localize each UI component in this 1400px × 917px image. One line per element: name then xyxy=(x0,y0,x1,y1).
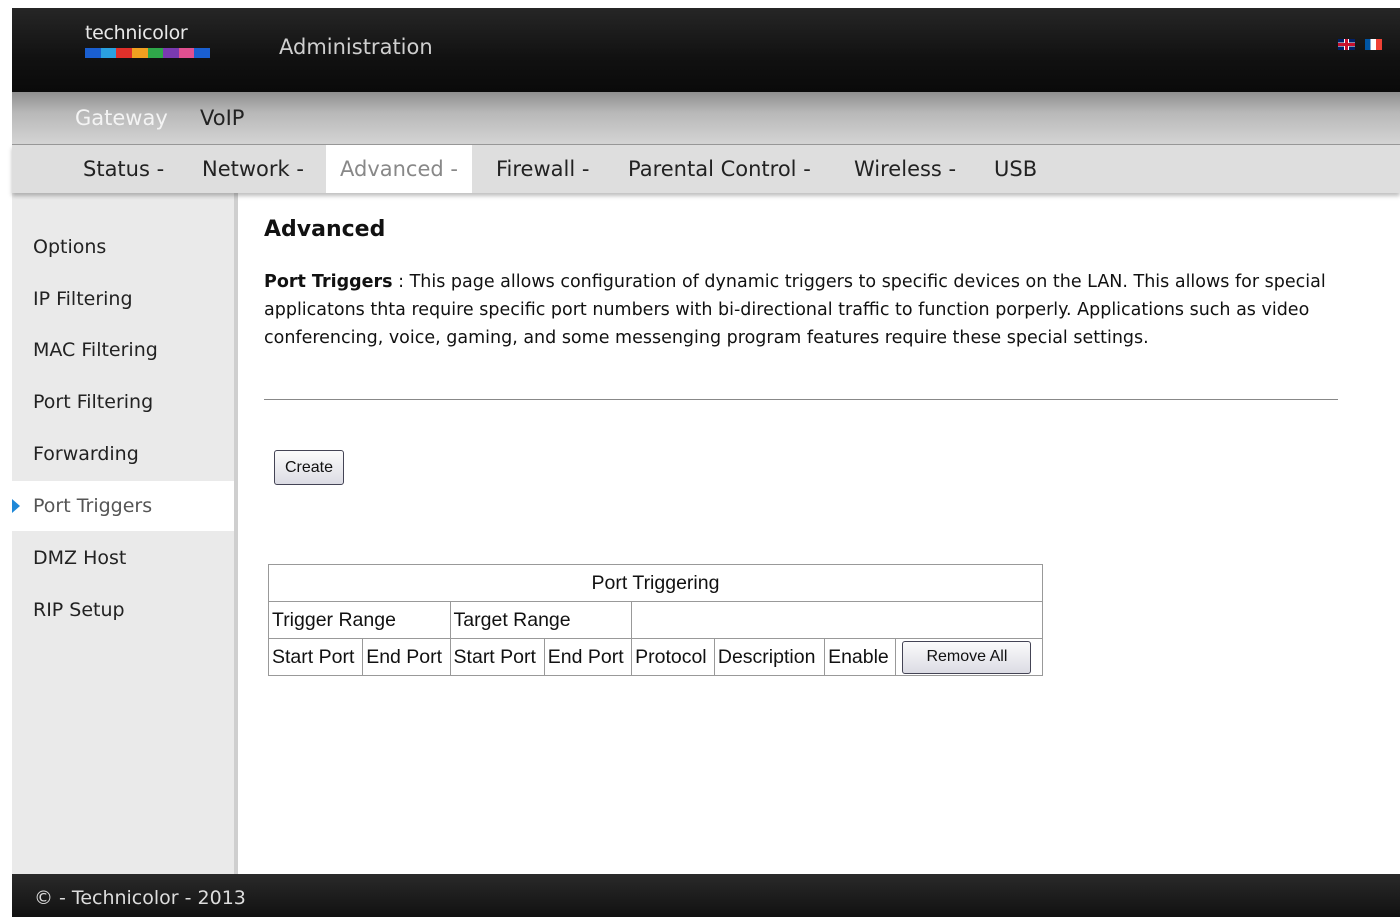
subnav-status[interactable]: Status - xyxy=(83,145,164,193)
column-header: Start Port xyxy=(449,638,545,676)
topnav-voip[interactable]: VoIP xyxy=(200,106,244,130)
language-flags xyxy=(1338,39,1382,50)
sidebar-item-dmz-host[interactable]: DMZ Host xyxy=(12,533,234,583)
logo-color-bar xyxy=(85,48,210,58)
create-button[interactable]: Create xyxy=(274,450,344,485)
sidebar: Options IP Filtering MAC Filtering Port … xyxy=(12,193,238,874)
sidebar-item-mac-filtering[interactable]: MAC Filtering xyxy=(12,325,234,375)
column-header: Description xyxy=(713,638,826,676)
column-header: Start Port xyxy=(267,638,364,676)
logo-color-segment xyxy=(178,48,195,58)
logo-color-segment xyxy=(163,48,179,58)
remove-all-button[interactable]: Remove All xyxy=(902,640,1032,674)
subnav-network[interactable]: Network - xyxy=(202,145,304,193)
topnav-gateway[interactable]: Gateway xyxy=(75,106,168,130)
page-title: Advanced xyxy=(264,217,386,242)
copyright-text: © - Technicolor - 2013 xyxy=(34,887,246,909)
description-heading: Port Triggers xyxy=(264,272,393,292)
sidebar-item-ip-filtering[interactable]: IP Filtering xyxy=(12,274,234,324)
top-nav: Gateway VoIP xyxy=(12,92,1400,145)
sidebar-item-port-triggers[interactable]: Port Triggers xyxy=(12,481,234,531)
active-arrow-icon xyxy=(12,499,20,513)
subnav-usb[interactable]: USB xyxy=(994,145,1037,193)
subnav-wireless[interactable]: Wireless - xyxy=(854,145,956,193)
column-header: Enable xyxy=(824,638,897,676)
sub-nav: Status - Network - Advanced - Firewall -… xyxy=(12,145,1400,193)
target-range-header: Target Range xyxy=(449,601,633,639)
empty-header-cell xyxy=(631,601,1043,639)
logo-color-segment xyxy=(116,48,132,58)
trigger-range-header: Trigger Range xyxy=(268,601,451,639)
subnav-parental-control[interactable]: Parental Control - xyxy=(628,145,811,193)
table-caption: Port Triggering xyxy=(268,564,1043,602)
page-left-margin xyxy=(0,0,12,917)
divider xyxy=(264,399,1338,400)
header-bar: technicolor Administration xyxy=(12,8,1400,92)
logo-color-segment xyxy=(194,48,210,58)
description-separator: : xyxy=(392,272,410,292)
logo-color-segment xyxy=(147,48,164,58)
sidebar-item-options[interactable]: Options xyxy=(12,222,234,272)
column-header: End Port xyxy=(362,638,451,676)
logo-text: technicolor xyxy=(85,22,188,44)
technicolor-logo[interactable]: technicolor xyxy=(85,22,210,58)
sidebar-item-rip-setup[interactable]: RIP Setup xyxy=(12,585,234,635)
logo-color-segment xyxy=(85,48,101,58)
sidebar-item-port-filtering[interactable]: Port Filtering xyxy=(12,377,234,427)
subnav-advanced[interactable]: Advanced - xyxy=(326,145,472,193)
logo-color-segment xyxy=(131,48,148,58)
app-title: Administration xyxy=(279,35,433,59)
column-header: Protocol xyxy=(631,638,715,676)
port-triggering-table: Port Triggering Trigger Range Target Ran… xyxy=(267,564,1043,676)
fr-flag-icon[interactable] xyxy=(1365,39,1382,50)
page-description: Port Triggers : This page allows configu… xyxy=(264,268,1339,352)
uk-flag-icon[interactable] xyxy=(1338,39,1355,50)
table-row: Start Port End Port Start Port End Port … xyxy=(267,638,1043,676)
description-text: This page allows configuration of dynami… xyxy=(264,272,1326,348)
subnav-firewall[interactable]: Firewall - xyxy=(496,145,589,193)
column-header: End Port xyxy=(543,638,633,676)
remove-all-cell: Remove All xyxy=(895,638,1043,676)
logo-color-segment xyxy=(100,48,117,58)
sidebar-item-forwarding[interactable]: Forwarding xyxy=(12,429,234,479)
sidebar-item-label: Port Triggers xyxy=(33,495,153,517)
footer: © - Technicolor - 2013 xyxy=(12,874,1400,917)
